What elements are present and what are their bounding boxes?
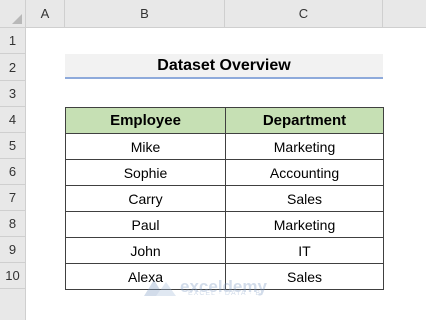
dataset-title[interactable]: Dataset Overview [65, 54, 383, 79]
department-header-cell[interactable]: Department [225, 107, 384, 134]
employee-cell[interactable]: John [65, 237, 226, 264]
column-header-c[interactable]: C [225, 0, 383, 28]
row-header-10[interactable]: 10 [0, 263, 26, 289]
department-cell[interactable]: Sales [225, 185, 384, 212]
employee-cell[interactable]: Mike [65, 133, 226, 160]
exceldemy-watermark: exceldemy EXCEL · DATA · BI [140, 274, 267, 300]
table-row: Carry Sales [65, 185, 384, 212]
department-cell[interactable]: Marketing [225, 133, 384, 160]
column-header-d[interactable] [383, 0, 426, 28]
column-header-b[interactable]: B [65, 0, 225, 28]
row-header-7[interactable]: 7 [0, 185, 26, 211]
row-header-3[interactable]: 3 [0, 81, 26, 107]
department-cell[interactable]: Accounting [225, 159, 384, 186]
row-header-5[interactable]: 5 [0, 133, 26, 159]
employee-table: Employee Department Mike Marketing Sophi… [65, 107, 384, 290]
table-row: Mike Marketing [65, 133, 384, 160]
select-all-corner[interactable] [0, 0, 26, 28]
employee-cell[interactable]: Sophie [65, 159, 226, 186]
row-header-6[interactable]: 6 [0, 159, 26, 185]
department-cell[interactable]: IT [225, 237, 384, 264]
table-row: John IT [65, 237, 384, 264]
row-header-4[interactable]: 4 [0, 107, 26, 133]
row-header-8[interactable]: 8 [0, 211, 26, 237]
table-header-row: Employee Department [65, 107, 384, 134]
table-row: Sophie Accounting [65, 159, 384, 186]
employee-header-cell[interactable]: Employee [65, 107, 226, 134]
row-header-11[interactable] [0, 289, 26, 320]
exceldemy-logo-icon [144, 280, 176, 296]
employee-cell[interactable]: Paul [65, 211, 226, 238]
department-cell[interactable]: Marketing [225, 211, 384, 238]
row-header-2[interactable]: 2 [0, 54, 26, 81]
employee-cell[interactable]: Carry [65, 185, 226, 212]
select-all-triangle-icon [12, 14, 22, 24]
row-header-9[interactable]: 9 [0, 237, 26, 263]
column-header-a[interactable]: A [26, 0, 65, 28]
table-row: Paul Marketing [65, 211, 384, 238]
row-header-1[interactable]: 1 [0, 28, 26, 54]
watermark-tagline: EXCEL · DATA · BI [188, 290, 264, 297]
